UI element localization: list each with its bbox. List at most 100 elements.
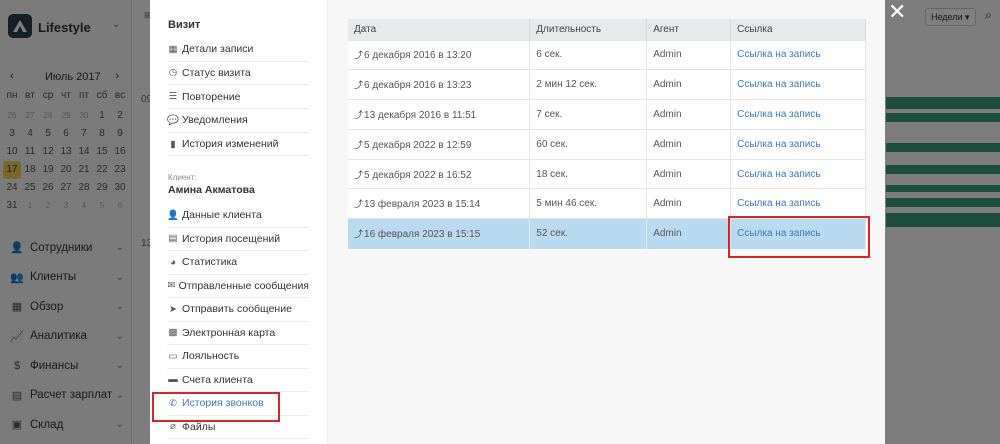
- recording-link[interactable]: Ссылка на запись: [737, 198, 820, 209]
- table-header-row: Дата Длительность Агент Ссылка: [348, 19, 866, 40]
- table-row[interactable]: ⤴6 декабря 2016 в 13:23 2 мин 12 сек. Admi…: [348, 69, 866, 100]
- menu-item[interactable]: ▩ Электронная карта: [167, 322, 309, 345]
- cell-link: Ссылка на запись: [730, 69, 866, 100]
- menu-item-label: Файлы: [182, 420, 216, 433]
- cell-date: ⤴13 февраля 2023 в 15:14: [348, 188, 531, 219]
- menu-item[interactable]: 👤 Данные клиента: [167, 204, 309, 228]
- cell-agent: Admin: [646, 39, 732, 70]
- call-date: 5 декабря 2022 в 12:59: [364, 139, 472, 151]
- table-row[interactable]: ⤴13 декабря 2016 в 11:51 7 сек. Admin Ссылк…: [348, 99, 866, 130]
- cell-agent: Admin: [646, 188, 732, 219]
- cell-date: ⤴5 декабря 2022 в 12:59: [348, 128, 531, 160]
- highlight-box: [728, 216, 870, 258]
- menu-item-label: Отправленные сообщения: [178, 279, 309, 292]
- file-icon: ▮: [170, 138, 176, 150]
- table-row[interactable]: ⤴6 декабря 2016 в 13:20 6 сек. Admin Ссылка…: [348, 39, 866, 70]
- cell-duration: 60 сек.: [529, 128, 648, 160]
- call-date: 6 декабря 2016 в 13:20: [364, 50, 472, 62]
- menu-item-label: Отправить сообщение: [182, 303, 292, 316]
- call-date: 6 декабря 2016 в 13:23: [364, 80, 472, 92]
- recording-link[interactable]: Ссылка на запись: [737, 49, 820, 60]
- client-caption: Клиент:: [168, 173, 197, 182]
- clock-icon: ◷: [168, 67, 178, 79]
- recording-link[interactable]: Ссылка на запись: [737, 109, 820, 120]
- call-date: 13 декабря 2016 в 11:51: [364, 109, 477, 121]
- menu-item-label: Повторение: [182, 90, 241, 103]
- menu-item[interactable]: ▭ Лояльность: [167, 345, 309, 369]
- cell-agent: Admin: [646, 99, 732, 130]
- list-box-icon: ▤: [168, 233, 178, 245]
- cell-link: Ссылка на запись: [730, 128, 866, 160]
- list-icon: ☰: [168, 91, 178, 103]
- column-header-agent[interactable]: Агент: [646, 19, 732, 40]
- client-name: Амина Акматова: [168, 184, 255, 196]
- paperclip-icon: ⌀: [170, 421, 176, 433]
- cell-duration: 5 мин 46 сек.: [529, 188, 648, 219]
- call-date: 16 февраля 2023 в 15:15: [364, 229, 481, 241]
- recording-link[interactable]: Ссылка на запись: [737, 79, 820, 90]
- cell-duration: 52 сек.: [529, 218, 648, 249]
- recording-link[interactable]: Ссылка на запись: [737, 169, 820, 180]
- highlight-box: [152, 392, 280, 422]
- comments-icon: 💬: [167, 114, 179, 126]
- menu-item[interactable]: ◷ Статус визита: [167, 62, 309, 86]
- column-header-date[interactable]: Дата: [348, 19, 531, 40]
- cell-duration: 2 мин 12 сек.: [529, 69, 648, 100]
- incoming-call-icon: ⤴: [354, 50, 364, 61]
- menu-item[interactable]: ▮ История изменений: [167, 133, 309, 157]
- menu-item[interactable]: ▦ Детали записи: [167, 38, 309, 62]
- cell-date: ⤴5 декабря 2022 в 16:52: [348, 158, 531, 189]
- incoming-call-icon: ⤴: [354, 109, 364, 120]
- menu-item[interactable]: ▤ История посещений: [167, 228, 309, 251]
- menu-item[interactable]: ◕ Статистика: [167, 251, 309, 275]
- table-row[interactable]: ⤴5 декабря 2022 в 16:52 18 сек. Admin Ссылк…: [348, 158, 866, 189]
- cell-date: ⤴13 декабря 2016 в 11:51: [348, 99, 531, 130]
- recording-link[interactable]: Ссылка на запись: [737, 139, 820, 150]
- menu-item-label: Статистика: [182, 256, 238, 269]
- menu-item-label: Счета клиента: [182, 373, 253, 386]
- user-icon: 👤: [167, 209, 179, 221]
- menu-item-label: Данные клиента: [182, 209, 262, 222]
- cell-link: Ссылка на запись: [730, 39, 866, 70]
- calls-table: Дата Длительность Агент Ссылка ⤴6 декабр…: [348, 19, 866, 249]
- menu-item[interactable]: ✉ Отправленные сообщения: [167, 275, 309, 298]
- menu-item[interactable]: 💬 Уведомления: [167, 109, 309, 133]
- pie-chart-icon: ◕: [170, 256, 176, 268]
- paper-plane-icon: ➤: [169, 303, 177, 315]
- qr-icon: ▩: [168, 327, 178, 339]
- incoming-call-icon: ⤴: [354, 139, 364, 150]
- cell-agent: Admin: [646, 69, 732, 100]
- menu-item[interactable]: ☰ Повторение: [167, 85, 309, 109]
- column-header-link[interactable]: Ссылка: [730, 19, 866, 40]
- cell-agent: Admin: [646, 128, 732, 160]
- menu-item-label: История посещений: [182, 232, 281, 245]
- cell-agent: Admin: [646, 158, 732, 189]
- call-date: 5 декабря 2022 в 16:52: [364, 169, 472, 181]
- calendar-icon: ▦: [168, 43, 178, 55]
- cell-link: Ссылка на запись: [730, 99, 866, 130]
- menu-item-label: Лояльность: [182, 350, 240, 363]
- menu-item[interactable]: ➤ Отправить сообщение: [167, 298, 309, 322]
- column-header-duration[interactable]: Длительность: [529, 19, 648, 40]
- menu-item-label: Уведомления: [182, 114, 248, 127]
- menu-item-label: История изменений: [182, 138, 279, 151]
- menu-item-label: Электронная карта: [182, 326, 276, 339]
- cell-date: ⤴6 декабря 2016 в 13:20: [348, 39, 531, 70]
- card-icon: ▭: [168, 350, 178, 362]
- cell-agent: Admin: [646, 218, 732, 249]
- table-row[interactable]: ⤴13 февраля 2023 в 15:14 5 мин 46 сек. Adm…: [348, 188, 866, 219]
- cell-duration: 18 сек.: [529, 158, 648, 189]
- cell-duration: 7 сек.: [529, 99, 648, 130]
- menu-item-label: Статус визита: [182, 66, 251, 79]
- cell-date: ⤴16 февраля 2023 в 15:15: [348, 218, 531, 249]
- incoming-call-icon: ⤴: [354, 169, 364, 180]
- menu-item[interactable]: ▬ Счета клиента: [167, 369, 309, 392]
- incoming-call-icon: ⤴: [354, 229, 364, 240]
- incoming-call-icon: ⤴: [354, 199, 364, 210]
- cell-link: Ссылка на запись: [730, 188, 866, 219]
- menu-item-label: Детали записи: [182, 43, 254, 56]
- table-row[interactable]: ⤴5 декабря 2022 в 12:59 60 сек. Admin Ссылк…: [348, 128, 866, 160]
- visit-section-title: Визит: [168, 19, 201, 31]
- invoice-icon: ▬: [168, 374, 178, 386]
- close-icon[interactable]: ✕: [888, 1, 906, 23]
